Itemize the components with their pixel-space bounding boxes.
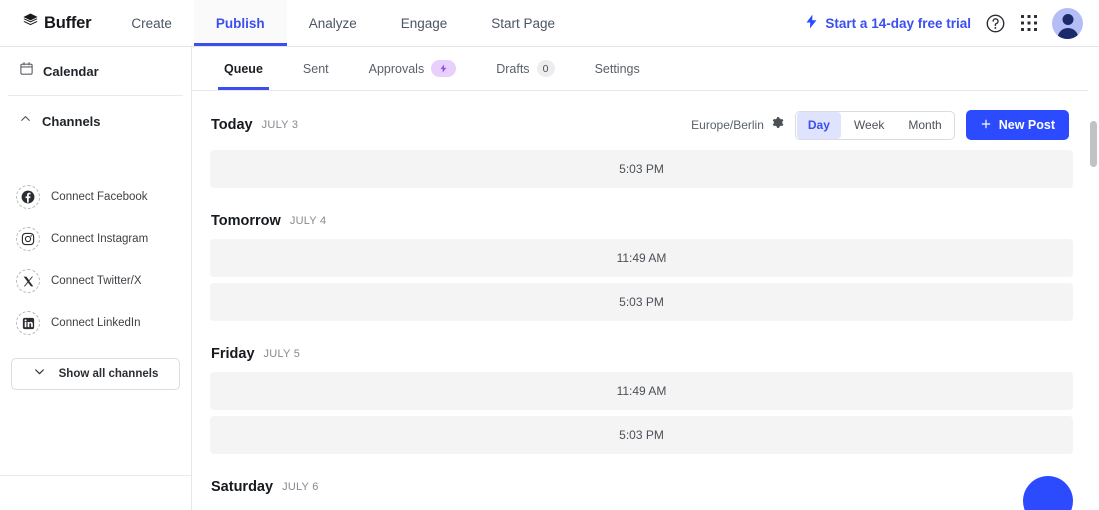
channel-label: Connect Facebook	[51, 191, 148, 203]
queue-controls: Europe/Berlin Day Week Month New Post	[691, 110, 1073, 140]
time-slot[interactable]: 5:03 PM	[210, 150, 1073, 188]
new-post-button[interactable]: New Post	[965, 110, 1069, 140]
avatar[interactable]	[1052, 7, 1083, 39]
instagram-icon	[16, 227, 40, 251]
day-date: JULY 3	[261, 119, 299, 131]
view-option-week[interactable]: Week	[843, 112, 895, 139]
sidebar-item-connect-twitter-x[interactable]: Connect Twitter/X	[0, 260, 191, 302]
facebook-icon	[16, 185, 40, 209]
start-trial-link[interactable]: Start a 14-day free trial	[804, 13, 971, 33]
tab-drafts-label: Drafts	[496, 61, 530, 76]
gear-icon[interactable]	[771, 116, 784, 134]
plus-icon	[980, 118, 992, 133]
grid-apps-icon[interactable]	[1020, 14, 1038, 32]
main-content: Queue Sent Approvals Drafts 0 Settings T…	[192, 47, 1099, 510]
sidebar-item-connect-instagram[interactable]: Connect Instagram	[0, 218, 191, 260]
show-all-channels-button[interactable]: Show all channels	[11, 358, 180, 390]
channel-list: Connect Facebook Connect Instagram Conne…	[0, 146, 191, 344]
tab-drafts[interactable]: Drafts 0	[476, 47, 574, 90]
tab-sent[interactable]: Sent	[283, 47, 349, 90]
tab-queue-label: Queue	[224, 61, 263, 76]
lightning-bolt-icon	[804, 13, 819, 33]
sidebar-section-channels[interactable]: Channels	[0, 96, 191, 146]
queue-scroll-area[interactable]: Today JULY 3 Europe/Berlin Day Week Mont…	[192, 91, 1099, 510]
view-option-day[interactable]: Day	[796, 111, 841, 139]
channel-label: Connect Twitter/X	[51, 275, 142, 287]
day-name: Saturday	[211, 479, 274, 495]
time-slot[interactable]: 11:49 AM	[210, 239, 1073, 277]
help-circle-icon[interactable]	[985, 13, 1006, 34]
day-header-friday: Friday JULY 5	[210, 327, 1073, 372]
start-trial-label: Start a 14-day free trial	[825, 15, 971, 31]
avatar-body	[1057, 27, 1078, 39]
calendar-icon	[19, 61, 34, 81]
queue-subtab-bar: Queue Sent Approvals Drafts 0 Settings	[192, 47, 1099, 91]
timezone-label: Europe/Berlin	[691, 118, 764, 132]
sidebar: Calendar Channels Connect Facebook Conne…	[0, 47, 192, 510]
brand-name: Buffer	[44, 13, 92, 32]
approvals-bolt-badge	[431, 60, 457, 77]
day-date: JULY 5	[263, 348, 301, 360]
tab-approvals[interactable]: Approvals	[349, 47, 477, 90]
chevron-down-icon	[33, 365, 46, 383]
tab-settings-label: Settings	[594, 61, 640, 76]
topnav-item-engage[interactable]: Engage	[379, 0, 470, 46]
day-header-tomorrow: Tomorrow JULY 4	[210, 194, 1073, 239]
time-slot[interactable]: 5:03 PM	[210, 283, 1073, 321]
chevron-up-icon	[19, 112, 32, 130]
channel-label: Connect Instagram	[51, 233, 149, 245]
channel-label: Connect LinkedIn	[51, 317, 141, 329]
day-header-today: Today JULY 3 Europe/Berlin Day Week Mont…	[210, 91, 1073, 150]
buffer-layers-logo-icon	[22, 12, 39, 34]
vertical-scrollbar-thumb[interactable]	[1090, 121, 1097, 167]
view-toggle-group: Day Week Month	[794, 110, 955, 140]
tab-approvals-label: Approvals	[368, 61, 425, 76]
topnav-item-create[interactable]: Create	[109, 0, 194, 46]
timezone-selector[interactable]: Europe/Berlin	[691, 116, 784, 134]
sidebar-item-connect-facebook[interactable]: Connect Facebook	[0, 176, 191, 218]
tab-queue[interactable]: Queue	[204, 47, 283, 90]
linkedin-icon	[16, 311, 40, 335]
time-slot[interactable]: 5:03 PM	[210, 416, 1073, 454]
time-slot[interactable]: 11:49 AM	[210, 372, 1073, 410]
new-post-label: New Post	[998, 118, 1055, 132]
topnav-item-publish[interactable]: Publish	[193, 0, 287, 46]
day-name: Tomorrow	[211, 213, 281, 229]
sidebar-bottom-divider	[0, 475, 191, 476]
vertical-scrollbar-track[interactable]	[1088, 47, 1099, 510]
twitter-x-icon	[16, 269, 40, 293]
topnav-item-analyze[interactable]: Analyze	[287, 0, 379, 46]
day-name: Today	[211, 117, 253, 133]
day-date: JULY 6	[282, 481, 319, 493]
drafts-count-badge: 0	[536, 60, 555, 77]
tab-sent-label: Sent	[302, 61, 329, 76]
topnav-item-start-page[interactable]: Start Page	[469, 0, 577, 46]
avatar-head	[1062, 13, 1073, 25]
topnav-right-group: Start a 14-day free trial	[804, 0, 1099, 46]
top-navigation-bar: Buffer Create Publish Analyze Engage Sta…	[0, 0, 1099, 47]
day-date: JULY 4	[289, 215, 327, 227]
sidebar-item-connect-linkedin[interactable]: Connect LinkedIn	[0, 302, 191, 344]
sidebar-channels-label: Channels	[42, 113, 101, 129]
day-name: Friday	[211, 346, 255, 362]
buffer-logo[interactable]: Buffer	[0, 0, 109, 46]
sidebar-item-calendar[interactable]: Calendar	[0, 47, 191, 95]
day-header-saturday: Saturday JULY 6	[210, 460, 1073, 505]
sidebar-calendar-label: Calendar	[43, 63, 99, 79]
tab-settings[interactable]: Settings	[575, 47, 660, 90]
show-all-channels-label: Show all channels	[58, 368, 159, 380]
view-option-month[interactable]: Month	[897, 112, 952, 139]
